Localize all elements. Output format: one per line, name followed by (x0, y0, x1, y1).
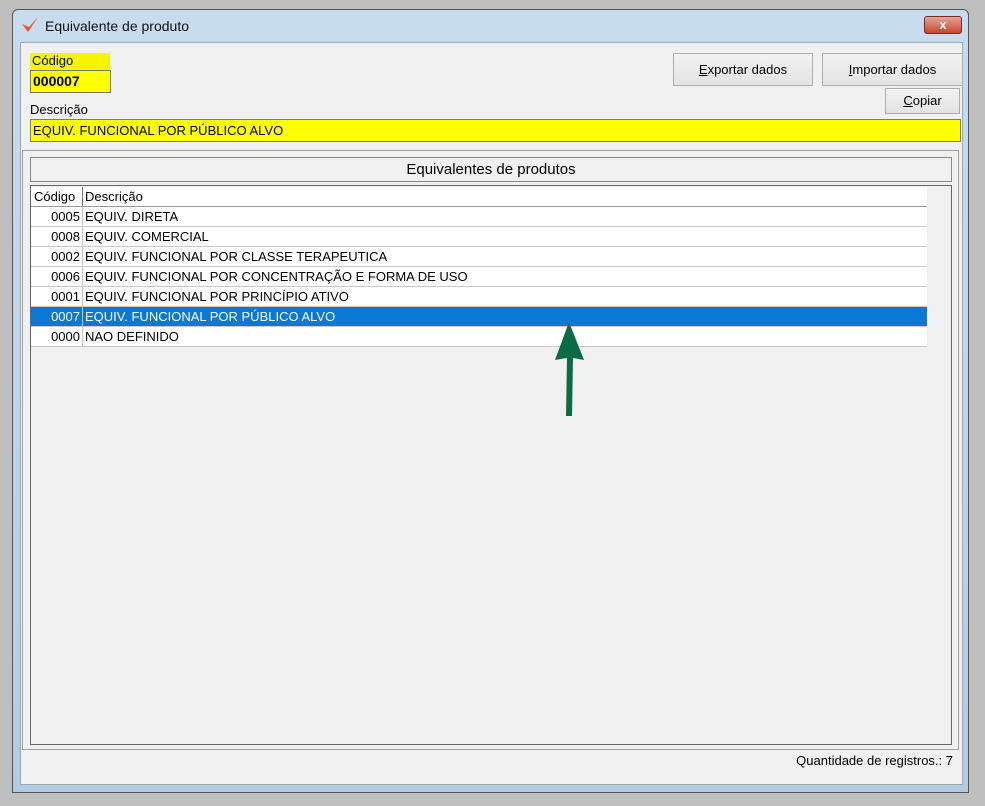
grid-title: Equivalentes de produtos (30, 157, 952, 182)
cell-descricao: NAO DEFINIDO (85, 329, 179, 344)
cell-codigo: 0001 (31, 287, 83, 306)
descricao-label: Descrição (30, 102, 88, 117)
table-row[interactable]: 0001 EQUIV. FUNCIONAL POR PRINCÍPIO ATIVO (31, 287, 927, 307)
cell-descricao: EQUIV. FUNCIONAL POR CLASSE TERAPEUTICA (85, 249, 388, 264)
cell-descricao: EQUIV. COMERCIAL (85, 229, 209, 244)
exportar-label: xportar dados (707, 62, 788, 77)
cell-codigo: 0007 (31, 307, 83, 326)
codigo-input[interactable]: 000007 (30, 70, 111, 93)
app-logo-icon (22, 17, 38, 32)
table-row[interactable]: 0002 EQUIV. FUNCIONAL POR CLASSE TERAPEUT… (31, 247, 927, 267)
importar-label: mportar dados (852, 62, 937, 77)
cell-codigo: 0008 (31, 227, 83, 246)
codigo-label: Código (30, 53, 110, 70)
column-header-codigo[interactable]: Código (31, 187, 83, 206)
cell-descricao: EQUIV. FUNCIONAL POR CONCENTRAÇÃO E FORM… (85, 269, 468, 284)
green-arrow-annotation (555, 322, 584, 416)
table-row[interactable]: 0006 EQUIV. FUNCIONAL POR CONCENTRAÇÃO E … (31, 267, 927, 287)
cell-descricao: EQUIV. FUNCIONAL POR PÚBLICO ALVO (85, 309, 336, 324)
exportar-mnemonic: E (698, 62, 708, 77)
cell-codigo: 0000 (31, 327, 83, 346)
table-row[interactable]: 0008 EQUIV. COMERCIAL (31, 227, 927, 247)
cell-codigo: 0005 (31, 207, 83, 226)
table-row[interactable]: 0007 EQUIV. FUNCIONAL POR PÚBLICO ALVO (31, 307, 927, 327)
close-button[interactable]: x (924, 16, 962, 34)
table-row[interactable]: 0005 EQUIV. DIRETA (31, 207, 927, 227)
exportar-dados-button[interactable]: Exportar dados (673, 53, 813, 86)
descricao-input[interactable]: EQUIV. FUNCIONAL POR PÚBLICO ALVO (30, 119, 961, 142)
table-row[interactable]: 0000 NAO DEFINIDO (31, 327, 927, 347)
copiar-mnemonic: C (903, 93, 913, 108)
cell-descricao: EQUIV. FUNCIONAL POR PRINCÍPIO ATIVO (85, 289, 349, 304)
cell-codigo: 0006 (31, 267, 83, 286)
grid-header: Código Descrição (31, 187, 927, 207)
window-title: Equivalente de produto (45, 18, 189, 34)
copiar-label: opiar (912, 93, 942, 108)
cell-descricao: EQUIV. DIRETA (85, 209, 179, 224)
column-header-descricao[interactable]: Descrição (85, 187, 143, 206)
copiar-button[interactable]: Copiar (885, 88, 960, 114)
importar-dados-button[interactable]: Importar dados (822, 53, 963, 86)
record-count: Quantidade de registros.: 7 (796, 753, 953, 768)
cell-codigo: 0002 (31, 247, 83, 266)
